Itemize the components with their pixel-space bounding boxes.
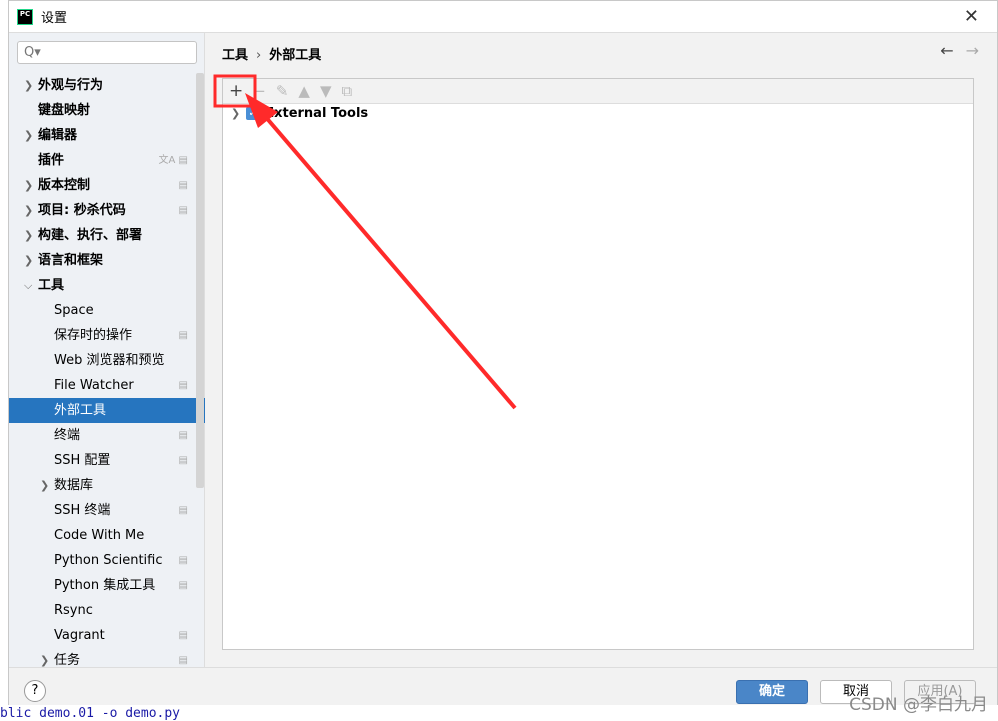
chevron-right-icon[interactable]: ❯ — [24, 223, 33, 248]
sidebar-item-label: Vagrant — [54, 628, 105, 643]
sidebar-item-label: 项目: 秒杀代码 — [38, 203, 126, 218]
sidebar-item[interactable]: 保存时的操作 ▤ — [9, 323, 196, 348]
ok-button[interactable]: 确定 — [736, 680, 808, 704]
project-settings-icon: ▤ — [178, 580, 188, 591]
sidebar-item[interactable]: ❯ 数据库 — [9, 473, 196, 498]
chevron-right-icon[interactable]: ❯ — [24, 73, 33, 98]
sidebar-item-label: Rsync — [54, 603, 93, 618]
project-settings-icon: ▤ — [178, 505, 188, 516]
sidebar-item-label: Space — [54, 303, 94, 318]
add-icon[interactable]: + — [229, 81, 243, 101]
sidebar-item-label: Code With Me — [54, 528, 145, 543]
help-button[interactable]: ? — [24, 680, 46, 702]
sidebar-scrollbar[interactable] — [196, 73, 204, 488]
sidebar-item[interactable]: ❯ 项目: 秒杀代码 ▤ — [9, 198, 196, 223]
sidebar-item[interactable]: Web 浏览器和预览 — [9, 348, 196, 373]
sidebar-item-label: 语言和框架 — [38, 253, 104, 268]
sidebar-item-label: 版本控制 — [38, 178, 91, 193]
breadcrumb-parent[interactable]: 工具 — [222, 48, 248, 63]
project-settings-icon: ▤ — [178, 180, 188, 191]
sidebar-item[interactable]: ❯ 构建、执行、部署 — [9, 223, 196, 248]
settings-sidebar: Q▾ ❯ 外观与行为 键盘映射 ❯ 编辑器 插件 文A ▤ ❯ 版本控制 ▤ ❯ 项目: 秒杀代码 ▤ ❯… — [9, 33, 205, 668]
sidebar-item-label: Python 集成工具 — [54, 578, 156, 593]
chevron-right-icon[interactable]: ❯ — [24, 173, 33, 198]
back-arrow-icon[interactable]: ← — [940, 41, 953, 60]
sidebar-item[interactable]: SSH 配置 ▤ — [9, 448, 196, 473]
sidebar-item-label: 保存时的操作 — [54, 328, 133, 343]
move-up-icon[interactable]: ▲ — [298, 82, 310, 100]
sidebar-item-label: 编辑器 — [38, 128, 78, 143]
tree-item-external-tools[interactable]: ❯ ✓ External Tools — [231, 106, 368, 121]
sidebar-item[interactable]: 键盘映射 — [9, 98, 196, 123]
sidebar-item-label: File Watcher — [54, 378, 134, 393]
chevron-right-icon[interactable]: ❯ — [24, 248, 33, 273]
settings-dialog: PC 设置 ✕ Q▾ ❯ 外观与行为键盘映射 ❯ 编辑器插件 文A ▤ ❯ 版本控制 ▤ ❯ 项目… — [8, 0, 998, 705]
sidebar-item[interactable]: ❯ 语言和框架 — [9, 248, 196, 273]
sidebar-item[interactable]: 终端 ▤ — [9, 423, 196, 448]
copy-icon[interactable]: ⧉ — [342, 82, 353, 100]
sidebar-item[interactable]: Python Scientific ▤ — [9, 548, 196, 573]
sidebar-item[interactable]: ❯ 编辑器 — [9, 123, 196, 148]
navigation: ← → — [928, 41, 979, 60]
project-settings-icon: ▤ — [178, 455, 188, 466]
breadcrumb: 工具 › 外部工具 — [222, 44, 321, 63]
sidebar-item[interactable]: SSH 终端 ▤ — [9, 498, 196, 523]
forward-arrow-icon[interactable]: → — [966, 41, 979, 60]
sidebar-item[interactable]: Code With Me — [9, 523, 196, 548]
remove-icon[interactable]: − — [253, 82, 266, 100]
sidebar-item[interactable]: 插件 文A ▤ — [9, 148, 196, 173]
external-tools-panel: + − ✎ ▲ ▼ ⧉ ❯ ✓ External Tools — [222, 78, 974, 650]
sidebar-item-label: 终端 — [54, 428, 81, 443]
chevron-right-icon[interactable]: ❯ — [24, 123, 33, 148]
watermark: CSDN @李白九月 — [849, 695, 988, 715]
breadcrumb-separator: › — [256, 48, 262, 63]
sidebar-item[interactable]: File Watcher ▤ — [9, 373, 196, 398]
sidebar-item[interactable]: Python 集成工具 ▤ — [9, 573, 196, 598]
sidebar-item[interactable]: Rsync — [9, 598, 196, 623]
sidebar-item[interactable]: 外部工具 — [9, 398, 205, 423]
project-settings-icon: ▤ — [178, 330, 188, 341]
breadcrumb-current: 外部工具 — [269, 48, 322, 63]
move-down-icon[interactable]: ▼ — [320, 82, 332, 100]
sidebar-item-label: 数据库 — [54, 478, 94, 493]
pycharm-logo: PC — [17, 8, 33, 25]
sidebar-item-label: SSH 配置 — [54, 453, 111, 468]
checkbox-checked[interactable]: ✓ — [246, 107, 260, 120]
window-title: 设置 — [41, 11, 68, 26]
project-settings-icon: ▤ — [178, 555, 188, 566]
sidebar-item[interactable]: Space — [9, 298, 196, 323]
sidebar-item-label: 外部工具 — [54, 403, 107, 418]
sidebar-item-label: 构建、执行、部署 — [38, 228, 143, 243]
sidebar-item-label: 外观与行为 — [38, 78, 104, 93]
sidebar-item-label: 插件 — [38, 153, 65, 168]
search-input[interactable]: Q▾ — [17, 41, 197, 64]
project-settings-icon: ▤ — [178, 205, 188, 216]
sidebar-item[interactable]: ⌵ 工具 — [9, 273, 196, 298]
sidebar-item[interactable]: Vagrant ▤ — [9, 623, 196, 648]
chevron-down-icon[interactable]: ⌵ — [24, 273, 32, 298]
tree-item-label: External Tools — [265, 106, 369, 121]
sidebar-item-label: Web 浏览器和预览 — [54, 353, 165, 368]
background-terminal-text: blic demo.01 -o demo.py — [0, 706, 181, 721]
toolbar: + − ✎ ▲ ▼ ⧉ — [223, 79, 973, 104]
chevron-right-icon[interactable]: ❯ — [24, 198, 33, 223]
sidebar-item-label: 工具 — [38, 278, 65, 293]
sidebar-item-label: 键盘映射 — [38, 103, 91, 118]
title-bar: PC 设置 ✕ — [9, 1, 997, 33]
sidebar-item-label: Python Scientific — [54, 553, 163, 568]
chevron-right-icon[interactable]: ❯ — [40, 473, 49, 498]
close-icon[interactable]: ✕ — [964, 6, 979, 27]
project-settings-icon: ▤ — [178, 430, 188, 441]
project-settings-icon: ▤ — [178, 630, 188, 641]
chevron-right-icon[interactable]: ❯ — [231, 107, 240, 120]
edit-icon[interactable]: ✎ — [276, 82, 289, 100]
project-settings-icon: 文A ▤ — [158, 155, 188, 166]
project-settings-icon: ▤ — [178, 380, 188, 391]
sidebar-item-label: SSH 终端 — [54, 503, 111, 518]
sidebar-item[interactable]: ❯ 外观与行为 — [9, 73, 196, 98]
sidebar-item[interactable]: ❯ 版本控制 ▤ — [9, 173, 196, 198]
